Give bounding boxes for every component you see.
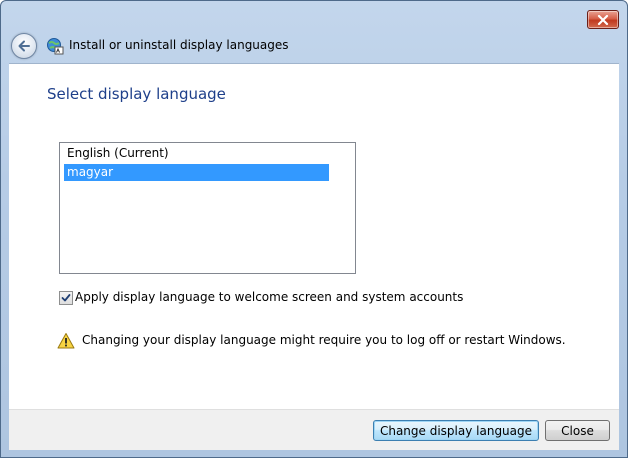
warning-icon bbox=[57, 333, 75, 349]
page-heading: Select display language bbox=[47, 85, 226, 103]
language-globe-icon bbox=[47, 38, 64, 55]
close-icon bbox=[597, 14, 609, 25]
back-arrow-icon bbox=[18, 40, 30, 52]
close-button[interactable]: Close bbox=[545, 420, 610, 441]
warning-text: Changing your display language might req… bbox=[82, 333, 566, 347]
apply-checkbox[interactable] bbox=[59, 291, 73, 305]
language-item-english[interactable]: English (Current) bbox=[64, 145, 329, 162]
window-title: Install or uninstall display languages bbox=[69, 38, 289, 52]
language-listbox[interactable]: English (Current) magyar bbox=[59, 142, 356, 274]
change-display-language-button[interactable]: Change display language bbox=[373, 420, 539, 441]
language-item-magyar[interactable]: magyar bbox=[64, 164, 329, 181]
back-button[interactable] bbox=[11, 33, 37, 59]
navigation-bar: Install or uninstall display languages bbox=[11, 33, 611, 59]
check-icon bbox=[61, 294, 71, 302]
main-content: Select display language English (Current… bbox=[9, 63, 619, 409]
apply-checkbox-label[interactable]: Apply display language to welcome screen… bbox=[75, 290, 463, 304]
window: Install or uninstall display languages S… bbox=[0, 0, 628, 458]
footer-bar: Change display language Close bbox=[9, 409, 619, 450]
window-close-button[interactable] bbox=[587, 10, 619, 29]
